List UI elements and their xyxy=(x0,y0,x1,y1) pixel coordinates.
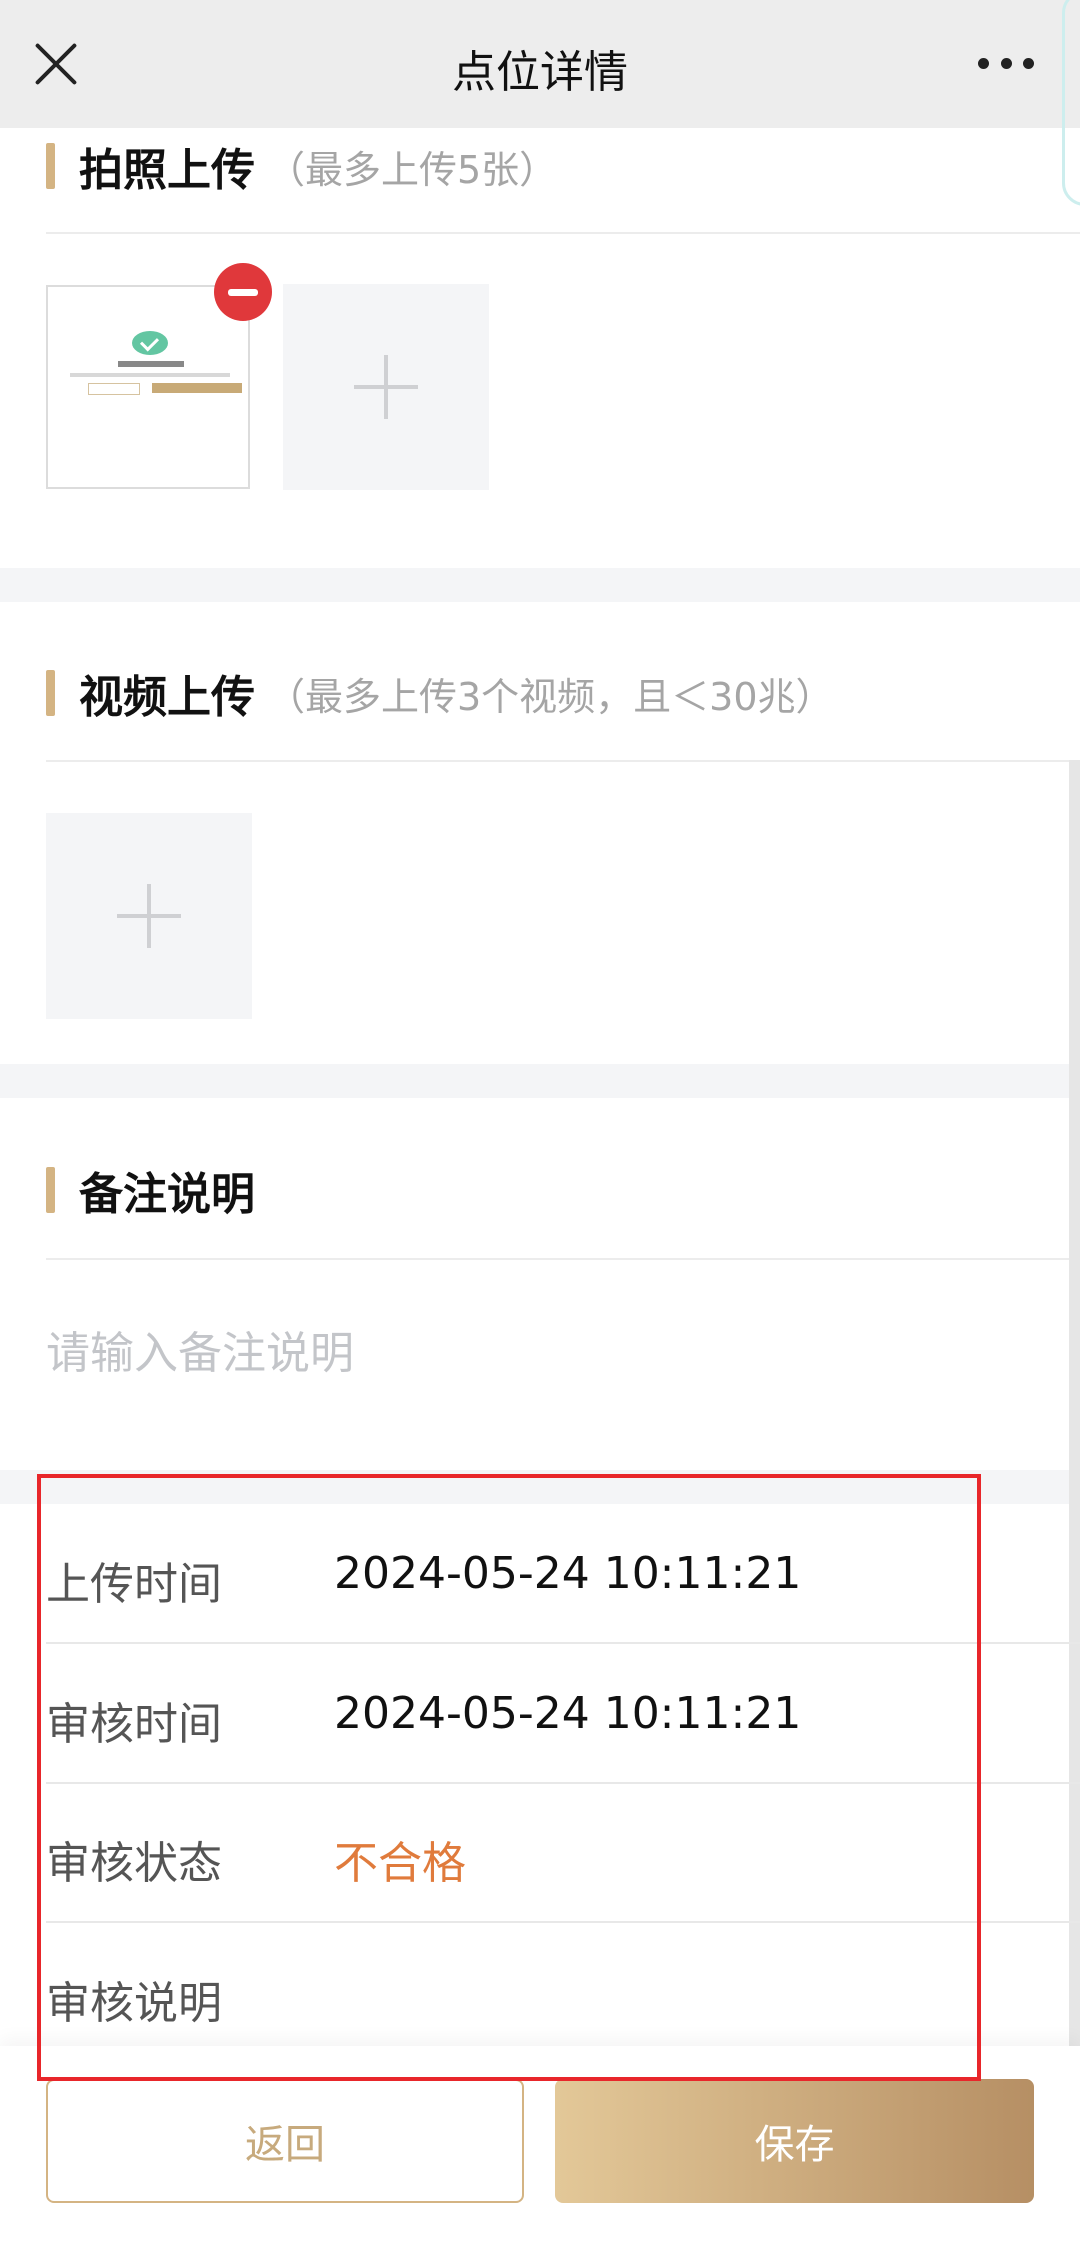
back-button[interactable]: 返回 xyxy=(46,2079,524,2203)
photo-section-hint: （最多上传5张） xyxy=(267,147,558,192)
video-section-hint: （最多上传3个视频，且＜30兆） xyxy=(267,674,834,719)
remark-section-title: 备注说明 xyxy=(79,1169,255,1220)
section-separator xyxy=(0,568,1080,602)
section-separator xyxy=(0,1064,1080,1098)
remark-input[interactable]: 请输入备注说明 xyxy=(46,1317,354,1381)
photo-thumbnail[interactable] xyxy=(46,285,250,489)
photo-section-title: 拍照上传 xyxy=(79,145,255,196)
floating-bubble[interactable] xyxy=(1062,0,1080,206)
nav-bar: 点位详情 xyxy=(0,0,1080,206)
section-accent-bar xyxy=(46,143,55,189)
video-section-header: 视频上传 （最多上传3个视频，且＜30兆） xyxy=(46,661,834,725)
more-icon[interactable] xyxy=(978,58,1034,70)
add-video-button[interactable] xyxy=(46,813,252,1019)
add-photo-button[interactable] xyxy=(283,284,489,490)
photo-section-header: 拍照上传 （最多上传5张） xyxy=(46,134,557,198)
check-icon xyxy=(132,331,168,355)
divider xyxy=(46,232,1080,234)
delete-photo-icon[interactable] xyxy=(214,263,272,321)
section-accent-bar xyxy=(46,1167,55,1213)
remark-section-header: 备注说明 xyxy=(46,1158,255,1222)
page-title: 点位详情 xyxy=(452,47,628,98)
section-accent-bar xyxy=(46,670,55,716)
divider xyxy=(46,760,1080,762)
divider xyxy=(46,1258,1080,1260)
save-button[interactable]: 保存 xyxy=(555,2079,1034,2203)
highlight-box xyxy=(37,1474,981,2081)
video-section-title: 视频上传 xyxy=(79,672,255,723)
